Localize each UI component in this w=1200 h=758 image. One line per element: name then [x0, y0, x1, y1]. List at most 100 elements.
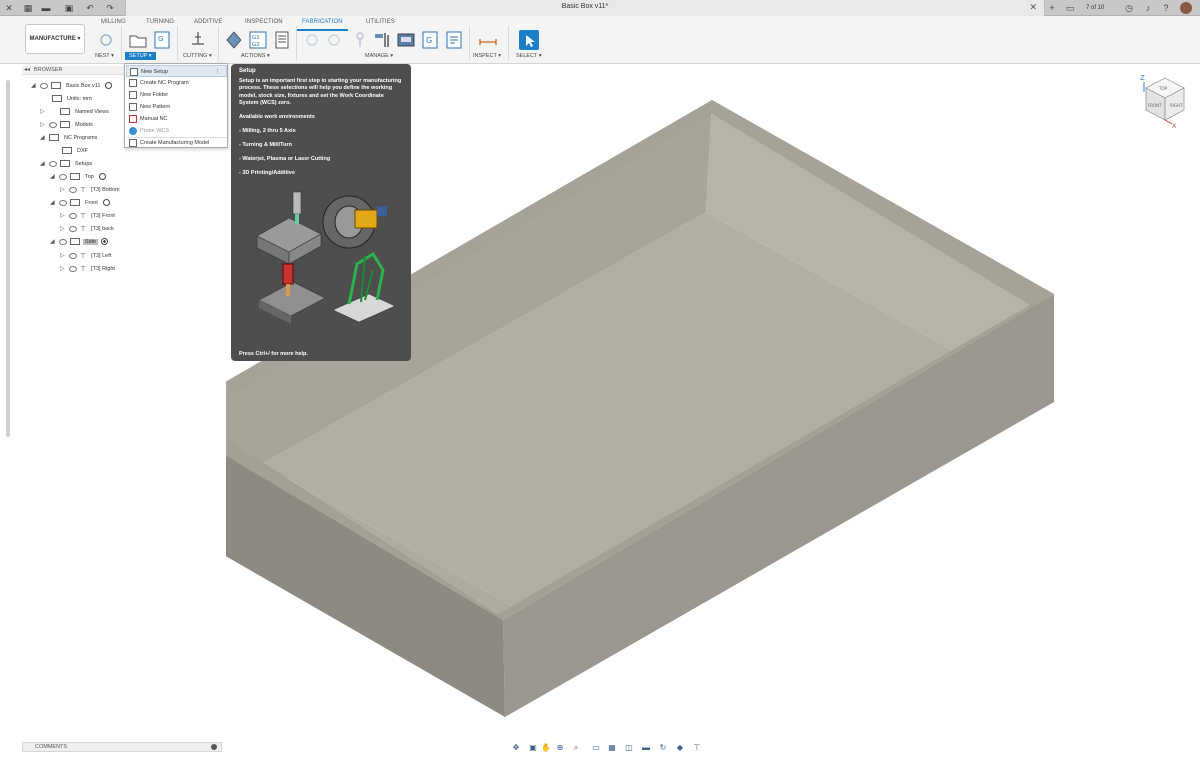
menu-item-new-setup[interactable]: New Setup ⋮	[126, 65, 227, 77]
expand-icon[interactable]: ▷	[60, 253, 66, 259]
comments-panel[interactable]: COMMENTS	[22, 742, 222, 752]
activate-radio[interactable]	[105, 82, 113, 89]
tab-utilities[interactable]: UTILITIES	[366, 19, 395, 25]
tree-models[interactable]: ▷ Models	[40, 120, 95, 129]
visibility-icon[interactable]	[40, 82, 48, 89]
visual-style-icon[interactable]: ◆	[674, 743, 686, 753]
clock-icon[interactable]: ◷	[1123, 2, 1135, 14]
probe-icon[interactable]	[350, 30, 370, 50]
help-icon[interactable]: ?	[1160, 2, 1172, 14]
tree-setup-side[interactable]: ◢ Side	[50, 237, 109, 246]
tree-setups[interactable]: ◢ Setups	[40, 159, 94, 168]
manage-group-label[interactable]: MANAGE ▾	[365, 53, 393, 59]
close-icon[interactable]: ✕	[3, 2, 15, 14]
camera-icon[interactable]: ▬	[640, 743, 652, 753]
expand-icon[interactable]: ◢	[50, 174, 56, 180]
save-icon[interactable]: ▣	[63, 2, 75, 14]
expand-icon[interactable]: ▷	[60, 213, 66, 219]
tree-op-front[interactable]: ▷ ⊤ [T3] Front	[60, 211, 117, 220]
manage-disabled-icon-2[interactable]	[324, 30, 344, 50]
simulate-icon[interactable]	[224, 30, 244, 50]
tab-milling[interactable]: MILLING	[101, 19, 126, 25]
redo-icon[interactable]: ↷	[104, 2, 116, 14]
select-icon[interactable]	[519, 30, 539, 50]
expand-icon[interactable]: ▷	[60, 226, 66, 232]
viewports-icon[interactable]: ◫	[623, 743, 635, 753]
menu-item-new-folder[interactable]: New Folder	[126, 89, 227, 101]
browser-scrollbar[interactable]	[6, 80, 10, 437]
tree-dxf[interactable]: DXF	[62, 146, 90, 155]
tab-turning[interactable]: TURNING	[146, 19, 174, 25]
tab-fabrication[interactable]: FABRICATION	[302, 19, 343, 25]
machine-library-icon[interactable]	[396, 30, 416, 50]
avatar[interactable]	[1180, 2, 1192, 14]
select-group-label[interactable]: SELECT ▾	[516, 53, 542, 59]
actions-group-label[interactable]: ACTIONS ▾	[241, 53, 270, 59]
tree-setup-front[interactable]: ◢ Front	[50, 198, 110, 207]
tree-units[interactable]: Units: mm	[52, 94, 94, 103]
expand-icon[interactable]: ◢	[31, 83, 37, 89]
nest-group-label[interactable]: NEST ▾	[95, 53, 114, 59]
visibility-icon[interactable]	[69, 252, 77, 259]
display-settings-icon[interactable]: ▭	[590, 743, 602, 753]
measure-icon[interactable]	[478, 30, 498, 50]
tool-library-icon[interactable]	[372, 30, 392, 50]
menu-item-manual-nc[interactable]: Manual NC	[126, 113, 227, 125]
expand-icon[interactable]: ▷	[40, 122, 46, 128]
tree-op-left[interactable]: ▷ ⊤ [T3] Left	[60, 251, 113, 260]
active-setup-radio[interactable]	[101, 238, 109, 245]
menu-item-probe-wcs[interactable]: Probe WCS	[126, 125, 227, 137]
tree-op-back[interactable]: ▷ ⊤ [T3] back	[60, 224, 116, 233]
view-cube[interactable]: Z TOP FRONT RIGHT X	[1140, 74, 1190, 130]
post-process-icon[interactable]: G1 G2	[248, 30, 268, 50]
expand-icon[interactable]: ▷	[60, 266, 66, 272]
document-tab[interactable]: Basic Box v11* ✕	[125, 0, 1045, 16]
setup-folder-icon[interactable]	[128, 30, 148, 50]
setup-group-label[interactable]: SETUP ▾	[125, 52, 156, 60]
new-tab-icon[interactable]: +	[1046, 2, 1058, 14]
cutting-icon[interactable]	[188, 30, 208, 50]
tree-op-right[interactable]: ▷ ⊤ [T3] Right	[60, 264, 117, 273]
undo-icon[interactable]: ↶	[84, 2, 96, 14]
visibility-icon[interactable]	[69, 265, 77, 272]
pan-icon[interactable]: ✋	[540, 743, 552, 753]
visibility-icon[interactable]	[59, 173, 67, 180]
visibility-icon[interactable]	[59, 199, 67, 206]
visibility-icon[interactable]	[69, 225, 77, 232]
collapse-icon[interactable]: ◂◂	[24, 66, 30, 73]
rotate-icon[interactable]: ↻	[657, 743, 669, 753]
grid-snap-icon[interactable]: ▦	[606, 743, 618, 753]
post-library-icon[interactable]: G	[420, 30, 440, 50]
bell-icon[interactable]: ♪	[1142, 2, 1154, 14]
fit-icon[interactable]: ⌕	[570, 743, 582, 753]
pager[interactable]: 7 of 10	[1086, 2, 1118, 14]
activate-radio[interactable]	[102, 199, 110, 206]
file-icon[interactable]: ▬	[40, 2, 52, 14]
nc-program-icon[interactable]: G	[152, 30, 172, 50]
activate-radio[interactable]	[98, 173, 106, 180]
inspect-group-label[interactable]: INSPECT ▾	[473, 53, 501, 59]
tab-inspection[interactable]: INSPECTION	[245, 19, 283, 25]
workspace-switcher-button[interactable]: MANUFACTURE ▾	[25, 24, 85, 54]
expand-icon[interactable]: ▷	[60, 187, 66, 193]
template-library-icon[interactable]	[444, 30, 464, 50]
manage-disabled-icon[interactable]	[302, 30, 322, 50]
menu-item-new-pattern[interactable]: New Pattern	[126, 101, 227, 113]
tree-setup-top[interactable]: ◢ Top	[50, 172, 106, 181]
tree-named-views[interactable]: ▷ Named Views	[40, 107, 111, 116]
visibility-icon[interactable]	[69, 212, 77, 219]
tree-root[interactable]: ◢ Basic Box v11	[31, 81, 113, 90]
visibility-icon[interactable]	[49, 121, 57, 128]
chat-icon[interactable]: ▭	[1064, 2, 1076, 14]
visibility-icon[interactable]	[49, 160, 57, 167]
zoom-icon[interactable]: ⊕	[554, 743, 566, 753]
tree-nc-programs[interactable]: ◢ NC Programs	[40, 133, 99, 142]
expand-icon[interactable]: ◢	[50, 239, 56, 245]
add-comment-icon[interactable]	[211, 744, 217, 750]
expand-icon[interactable]: ◢	[50, 200, 56, 206]
tab-additive[interactable]: ADDITIVE	[194, 19, 222, 25]
visibility-icon[interactable]	[59, 238, 67, 245]
menu-item-create-manufacturing-model[interactable]: Create Manufacturing Model	[126, 137, 227, 149]
tab-close-icon[interactable]: ✕	[1029, 2, 1037, 13]
orbit-constraint-icon[interactable]: ✥	[510, 743, 522, 753]
